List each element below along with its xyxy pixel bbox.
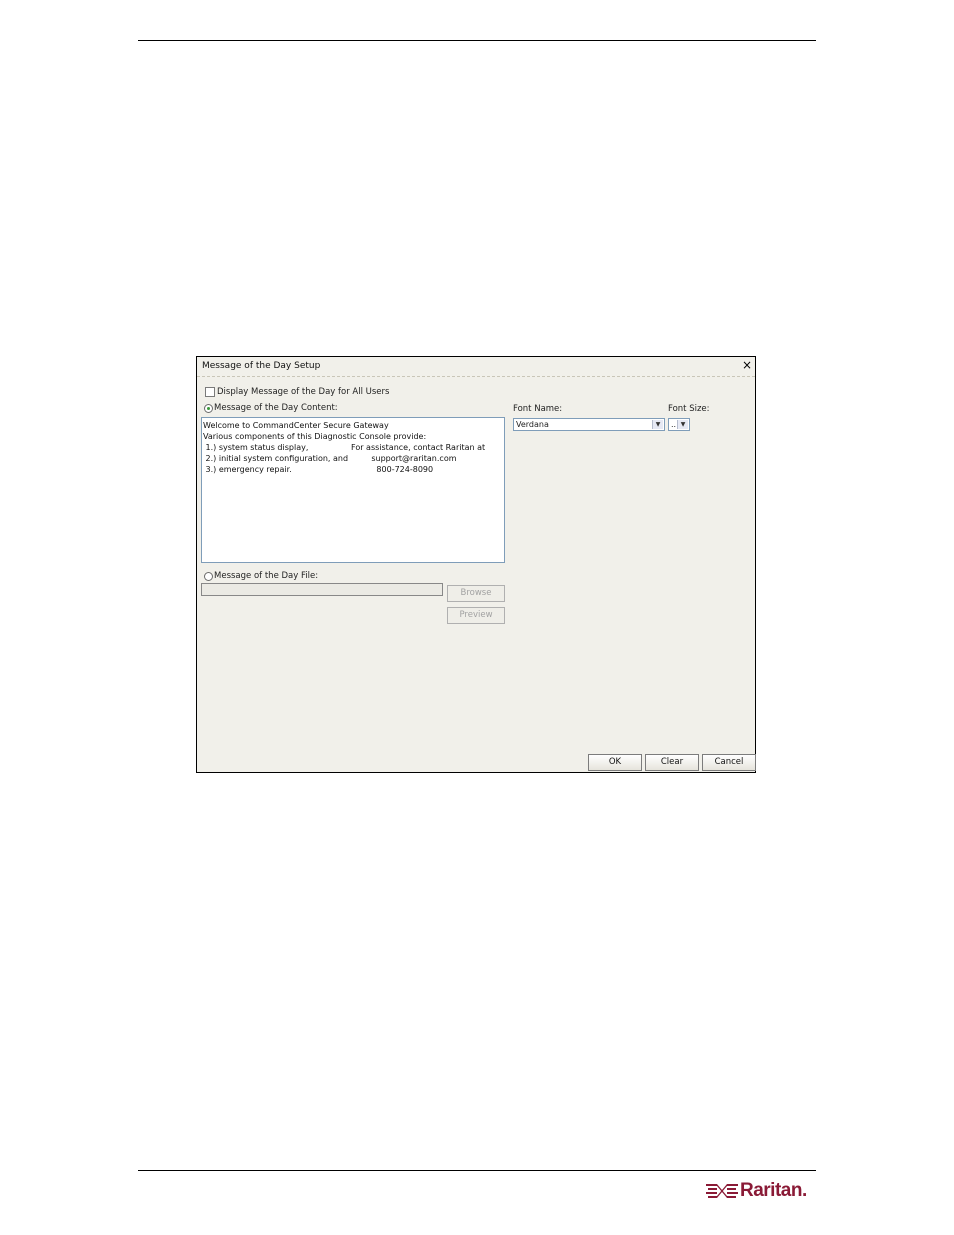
chevron-down-icon: ▼ — [652, 420, 663, 429]
close-icon[interactable]: × — [742, 358, 752, 372]
message-line-left: 2.) initial system configuration, and — [203, 454, 349, 463]
motd-content-radio[interactable] — [204, 404, 213, 413]
preview-button[interactable]: Preview — [447, 607, 505, 624]
header-rule — [138, 40, 816, 41]
message-line: 3.) emergency repair. 800-724-8090 — [203, 464, 503, 475]
motd-setup-dialog: Message of the Day Setup × Display Messa… — [196, 356, 756, 773]
clear-button[interactable]: Clear — [645, 754, 699, 771]
motd-file-label: Message of the Day File: — [214, 571, 319, 581]
font-size-label: Font Size: — [668, 404, 710, 414]
motd-file-radio[interactable] — [204, 572, 213, 581]
motd-content-textarea[interactable]: Welcome to CommandCenter Secure Gateway V… — [201, 417, 505, 563]
raritan-mark-icon — [706, 1184, 738, 1198]
message-line: Welcome to CommandCenter Secure Gateway — [203, 421, 389, 430]
chevron-down-icon: ▼ — [677, 420, 688, 429]
message-line-left: 1.) system status display, — [203, 443, 309, 452]
font-name-value: Verdana — [516, 420, 549, 429]
message-line-left: 3.) emergency repair. — [203, 465, 292, 474]
motd-content-label: Message of the Day Content: — [214, 403, 338, 413]
browse-button[interactable]: Browse — [447, 585, 505, 602]
font-name-select[interactable]: Verdana ▼ — [513, 418, 665, 431]
message-line-right: 800-724-8090 — [351, 465, 434, 474]
message-line: Various components of this Diagnostic Co… — [203, 432, 427, 441]
message-line-right: support@raritan.com — [351, 454, 457, 463]
brand-name: Raritan. — [740, 1180, 807, 1201]
cancel-button[interactable]: Cancel — [702, 754, 756, 771]
font-name-label: Font Name: — [513, 404, 563, 414]
dialog-title: Message of the Day Setup — [202, 361, 321, 371]
footer-rule — [138, 1170, 816, 1171]
display-motd-checkbox[interactable] — [205, 387, 215, 397]
message-line-right: For assistance, contact Raritan at — [351, 443, 486, 452]
font-size-select[interactable]: .. ▼ — [668, 418, 690, 431]
message-line: 1.) system status display, For assistance… — [203, 442, 503, 453]
ok-button[interactable]: OK — [588, 754, 642, 771]
raritan-logo: Raritan. — [706, 1180, 807, 1202]
font-size-value: .. — [671, 420, 677, 429]
motd-file-path-input[interactable] — [201, 583, 443, 596]
dialog-titlebar: Message of the Day Setup × — [197, 357, 755, 377]
display-motd-label: Display Message of the Day for All Users — [217, 387, 390, 397]
message-line: 2.) initial system configuration, and su… — [203, 453, 503, 464]
